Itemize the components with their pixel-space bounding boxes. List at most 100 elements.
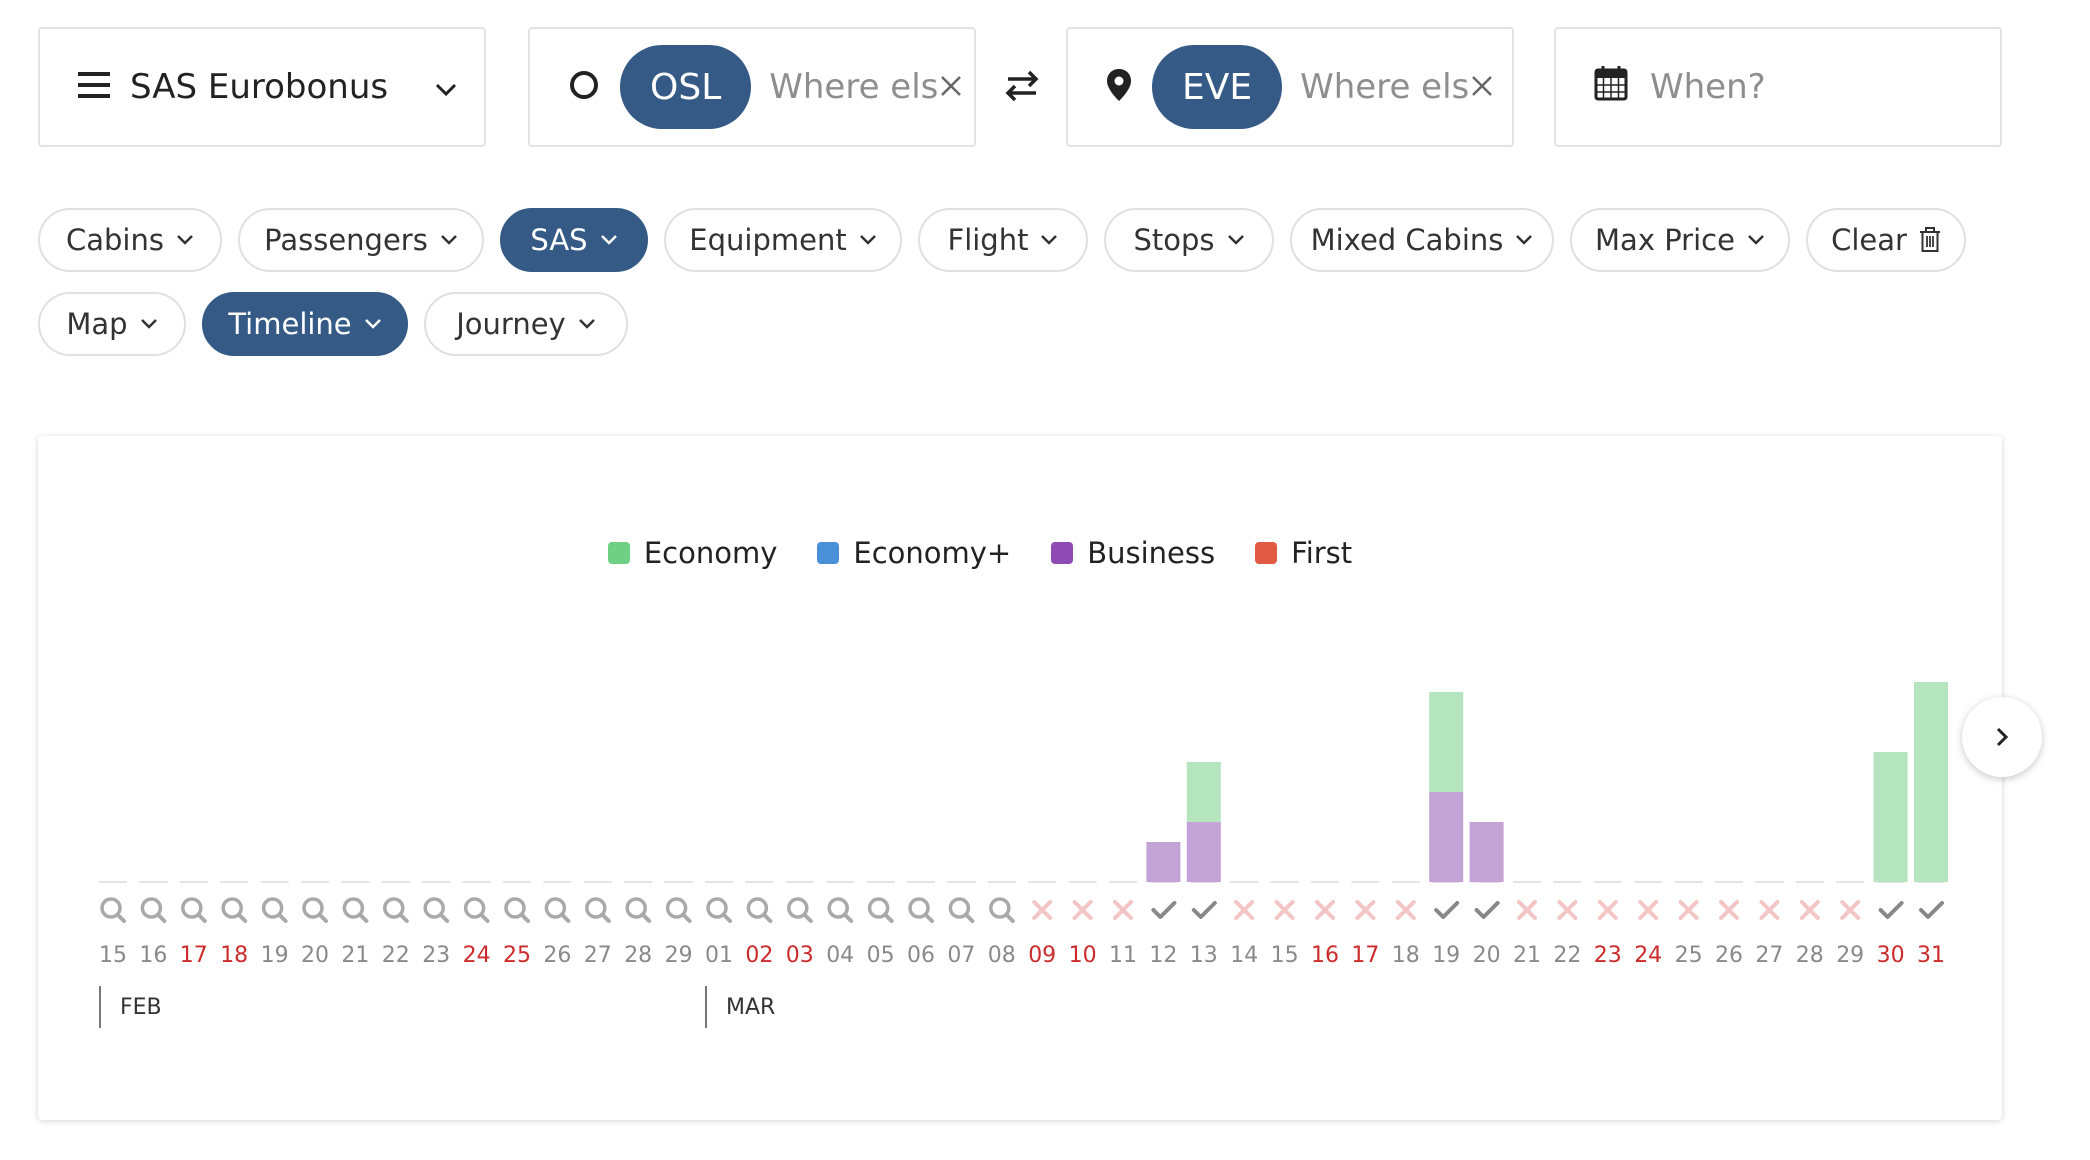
program-selector[interactable]: SAS Eurobonus bbox=[38, 27, 486, 147]
swap-airports-icon[interactable] bbox=[1000, 64, 1044, 108]
filter-flight-label: Flight bbox=[947, 223, 1029, 257]
day-label: 21 bbox=[1513, 943, 1541, 968]
day-label: 13 bbox=[1190, 943, 1218, 968]
chevron-down-icon bbox=[364, 319, 381, 329]
view-journey[interactable]: Journey bbox=[424, 292, 628, 356]
day-label: 23 bbox=[422, 943, 450, 968]
program-label: SAS Eurobonus bbox=[130, 67, 389, 107]
day-label: 16 bbox=[1311, 943, 1339, 968]
legend-item-business[interactable]: Business bbox=[1051, 536, 1215, 570]
view-map[interactable]: Map bbox=[38, 292, 186, 356]
chevron-down-icon bbox=[1041, 235, 1058, 245]
legend-swatch-business bbox=[1051, 542, 1074, 564]
day-label: 25 bbox=[503, 943, 531, 968]
day-label: 23 bbox=[1594, 943, 1622, 968]
day-label: 29 bbox=[1836, 943, 1864, 968]
day-label: 18 bbox=[220, 943, 248, 968]
origin-airport-chip[interactable]: OSL bbox=[620, 45, 752, 129]
chevron-down-icon bbox=[140, 319, 157, 329]
chevron-down-icon bbox=[859, 235, 876, 245]
legend-label-economy-plus: Economy+ bbox=[853, 536, 1012, 570]
day-label: 28 bbox=[1796, 943, 1824, 968]
destination-clear-icon[interactable] bbox=[1470, 67, 1494, 107]
legend-label-first: First bbox=[1291, 536, 1353, 570]
filter-airline[interactable]: SAS bbox=[500, 208, 648, 272]
chevron-down-icon bbox=[1227, 235, 1244, 245]
date-input[interactable]: When? bbox=[1650, 67, 1766, 107]
trash-icon bbox=[1919, 227, 1940, 252]
origin-clear-icon[interactable] bbox=[939, 67, 963, 107]
filter-cabins-label: Cabins bbox=[66, 223, 164, 257]
day-label: 02 bbox=[745, 943, 773, 968]
day-label: 20 bbox=[1473, 943, 1501, 968]
view-timeline-label: Timeline bbox=[228, 307, 352, 341]
day-label: 09 bbox=[1028, 943, 1056, 968]
filter-equipment[interactable]: Equipment bbox=[664, 208, 902, 272]
view-timeline[interactable]: Timeline bbox=[202, 292, 408, 356]
month-label: FEB bbox=[120, 995, 162, 1020]
day-label: 28 bbox=[624, 943, 652, 968]
filter-equipment-label: Equipment bbox=[689, 223, 847, 257]
calendar-icon bbox=[1594, 65, 1628, 110]
bar-business[interactable] bbox=[1146, 842, 1181, 882]
filter-passengers[interactable]: Passengers bbox=[238, 208, 484, 272]
day-label: 30 bbox=[1877, 943, 1905, 968]
bar-business[interactable] bbox=[1429, 792, 1464, 882]
legend-item-economy[interactable]: Economy bbox=[607, 536, 778, 570]
bar-economy[interactable] bbox=[1873, 752, 1908, 882]
filter-max-price-label: Max Price bbox=[1595, 223, 1735, 257]
chevron-down-icon bbox=[1516, 235, 1533, 245]
origin-input[interactable]: Where else? bbox=[769, 67, 937, 107]
filter-stops[interactable]: Stops bbox=[1104, 208, 1274, 272]
chevron-down-icon bbox=[578, 319, 595, 329]
legend-swatch-economy-plus bbox=[817, 542, 840, 564]
legend-swatch-economy bbox=[607, 542, 630, 564]
day-label: 11 bbox=[1109, 943, 1137, 968]
day-label: 22 bbox=[382, 943, 410, 968]
filter-cabins[interactable]: Cabins bbox=[38, 208, 222, 272]
legend-label-economy: Economy bbox=[643, 536, 778, 570]
origin-field[interactable]: OSL Where else? bbox=[528, 27, 976, 147]
day-label: 03 bbox=[786, 943, 814, 968]
bar-business[interactable] bbox=[1186, 822, 1221, 882]
day-label: 31 bbox=[1917, 943, 1945, 968]
day-label: 17 bbox=[1351, 943, 1379, 968]
day-label: 27 bbox=[584, 943, 612, 968]
date-field[interactable]: When? bbox=[1554, 27, 2002, 147]
day-label: 15 bbox=[1271, 943, 1299, 968]
day-label: 25 bbox=[1675, 943, 1703, 968]
filter-airline-label: SAS bbox=[530, 223, 588, 257]
bar-economy[interactable] bbox=[1186, 762, 1221, 822]
bar-economy[interactable] bbox=[1914, 682, 1948, 882]
day-label: 01 bbox=[705, 943, 733, 968]
day-label: 17 bbox=[180, 943, 208, 968]
legend-item-first[interactable]: First bbox=[1255, 536, 1352, 570]
destination-field[interactable]: EVE Where else? bbox=[1066, 27, 1514, 147]
next-page-button[interactable] bbox=[1962, 697, 2042, 777]
day-label: 12 bbox=[1149, 943, 1177, 968]
chevron-down-icon bbox=[440, 235, 457, 245]
day-label: 27 bbox=[1755, 943, 1783, 968]
filter-stops-label: Stops bbox=[1133, 223, 1215, 257]
destination-airport-chip[interactable]: EVE bbox=[1152, 45, 1283, 129]
filter-mixed-cabins-label: Mixed Cabins bbox=[1310, 223, 1504, 257]
day-label: 22 bbox=[1553, 943, 1581, 968]
view-map-label: Map bbox=[66, 307, 128, 341]
timeline-card: Economy Economy+ Business First bbox=[38, 436, 2002, 1120]
bar-economy[interactable] bbox=[1429, 692, 1464, 792]
day-label: 05 bbox=[867, 943, 895, 968]
filter-mixed-cabins[interactable]: Mixed Cabins bbox=[1290, 208, 1554, 272]
view-journey-label: Journey bbox=[456, 307, 566, 341]
destination-input[interactable]: Where else? bbox=[1300, 67, 1468, 107]
chevron-down-icon bbox=[177, 235, 193, 245]
map-pin-icon bbox=[1106, 68, 1132, 106]
filter-max-price[interactable]: Max Price bbox=[1570, 208, 1790, 272]
legend-item-economy-plus[interactable]: Economy+ bbox=[817, 536, 1011, 570]
day-label: 15 bbox=[99, 943, 127, 968]
menu-icon bbox=[78, 67, 110, 107]
chart-legend: Economy Economy+ Business First bbox=[38, 536, 2002, 570]
clear-filters-button[interactable]: Clear bbox=[1806, 208, 1966, 272]
clear-filters-label: Clear bbox=[1831, 223, 1907, 257]
bar-business[interactable] bbox=[1469, 822, 1504, 882]
filter-flight[interactable]: Flight bbox=[918, 208, 1088, 272]
